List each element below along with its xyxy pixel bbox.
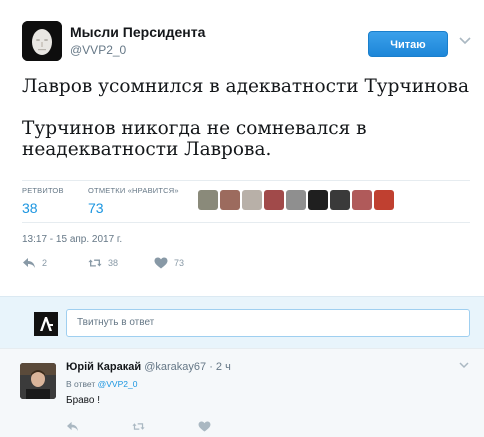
likes-count[interactable]: 73: [88, 200, 179, 216]
like-action[interactable]: 73: [154, 257, 184, 269]
avatar-mask-image: [22, 21, 62, 61]
retweet-action[interactable]: 38: [88, 257, 118, 269]
author-avatar[interactable]: [22, 21, 62, 61]
current-user-avatar: [34, 312, 58, 336]
retweet-icon[interactable]: [132, 419, 145, 437]
liker-avatar[interactable]: [242, 190, 262, 210]
reply-author-line: Юрій Каракай @karakay67 · 2 ч: [66, 361, 231, 373]
reply-action[interactable]: 2: [22, 257, 47, 269]
chevron-down-icon[interactable]: [458, 359, 470, 371]
reply-icon: [23, 258, 35, 268]
liker-avatar[interactable]: [264, 190, 284, 210]
tweet-text: Лавров усомнился в адекватности Турчинов…: [22, 76, 472, 181]
main-tweet: Мысли Персидента @VVP2_0 Читаю Лавров ус…: [0, 0, 484, 296]
liker-avatar[interactable]: [308, 190, 328, 210]
user-logo-icon: [34, 312, 58, 336]
retweet-icon: [88, 259, 102, 267]
author-name[interactable]: Мысли Персидента: [70, 24, 205, 40]
reply-author-avatar[interactable]: [20, 363, 56, 399]
replying-to: В ответ @VVP2_0: [66, 379, 137, 389]
reply-author-handle[interactable]: @karakay67: [144, 361, 206, 373]
retweets-count[interactable]: 38: [22, 200, 64, 216]
liker-avatars: [198, 190, 394, 210]
liker-avatar[interactable]: [286, 190, 306, 210]
tweet-timestamp[interactable]: 13:17 - 15 апр. 2017 г.: [22, 234, 122, 245]
divider: [22, 180, 470, 181]
following-button[interactable]: Читаю: [368, 31, 448, 57]
retweets-label: РЕТВИТОВ: [22, 186, 64, 195]
liker-avatar[interactable]: [198, 190, 218, 210]
reply-text: Браво !: [66, 395, 101, 406]
heart-icon[interactable]: [198, 419, 211, 437]
heart-icon: [154, 257, 168, 269]
reply-input[interactable]: Твитнуть в ответ: [66, 309, 470, 337]
reply-author-name[interactable]: Юрій Каракай: [66, 361, 141, 373]
replying-to-handle[interactable]: @VVP2_0: [98, 379, 138, 389]
divider: [22, 222, 470, 223]
likes-stat[interactable]: ОТМЕТКИ «НРАВИТСЯ» 73: [88, 186, 179, 216]
reply-actions: [66, 419, 226, 433]
reply-icon[interactable]: [66, 419, 79, 437]
like-count: 73: [174, 258, 185, 268]
reply-avatar-photo: [20, 363, 56, 399]
reply-box: Твитнуть в ответ: [0, 296, 484, 348]
tweet-text-line: Лавров усомнился в адекватности Турчинов…: [22, 76, 469, 97]
chevron-down-icon[interactable]: [458, 33, 472, 47]
reply-time[interactable]: · 2 ч: [209, 361, 231, 373]
replying-to-prefix: В ответ: [66, 379, 96, 389]
likes-label: ОТМЕТКИ «НРАВИТСЯ»: [88, 186, 179, 195]
author-handle[interactable]: @VVP2_0: [70, 43, 126, 57]
reply-count: 2: [42, 258, 48, 268]
liker-avatar[interactable]: [352, 190, 372, 210]
liker-avatar[interactable]: [330, 190, 350, 210]
tweet-text-line: Турчинов никогда не сомневался в неадекв…: [22, 118, 367, 160]
retweet-count: 38: [108, 258, 119, 268]
retweets-stat[interactable]: РЕТВИТОВ 38: [22, 186, 64, 216]
liker-avatar[interactable]: [374, 190, 394, 210]
liker-avatar[interactable]: [220, 190, 240, 210]
reply-tweet: Юрій Каракай @karakay67 · 2 ч В ответ @V…: [0, 348, 484, 437]
